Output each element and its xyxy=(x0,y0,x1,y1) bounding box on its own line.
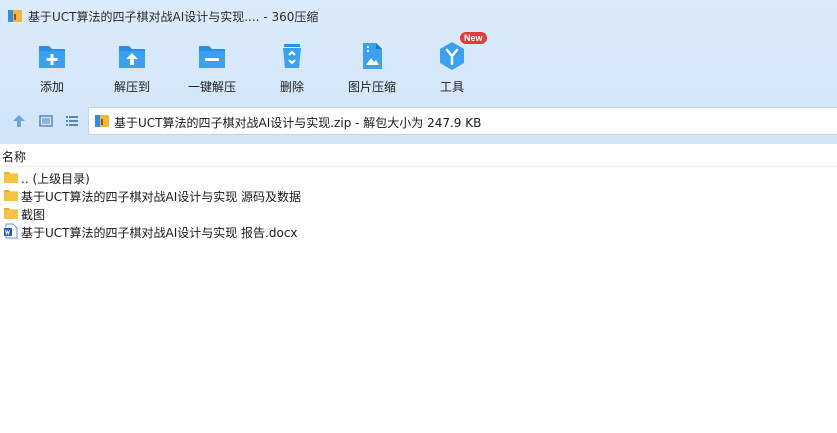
tools-label: 工具 xyxy=(439,80,464,94)
archive-path-text: 基于UCT算法的四子棋对战AI设计与实现.zip - 解包大小为 247.9 K… xyxy=(114,116,482,130)
word-doc-icon xyxy=(4,223,18,239)
add-icon xyxy=(39,46,65,68)
recycle-icon xyxy=(283,44,301,68)
title-bar: 基于UCT算法的四子棋对战AI设计与实现.... - 360压缩 xyxy=(0,0,837,32)
window-title: 基于UCT算法的四子棋对战AI设计与实现.... - 360压缩 xyxy=(28,10,319,24)
toolbar: 添加 解压到 一键解压 删除 图片压缩 New 工具 xyxy=(0,32,837,100)
one-click-extract-button[interactable]: 一键解压 xyxy=(172,36,252,98)
nav-row: 基于UCT算法的四子棋对战AI设计与实现.zip - 解包大小为 247.9 K… xyxy=(0,107,837,135)
extract-to-button[interactable]: 解压到 xyxy=(92,36,172,98)
file-name: 基于UCT算法的四子棋对战AI设计与实现 报告.docx xyxy=(21,226,298,240)
list-item-report-docx[interactable]: 基于UCT算法的四子棋对战AI设计与实现 报告.docx xyxy=(0,222,837,240)
folder-icon xyxy=(4,172,18,183)
list-item-source-folder[interactable]: 基于UCT算法的四子棋对战AI设计与实现 源码及数据 xyxy=(0,186,837,204)
one-click-extract-label: 一键解压 xyxy=(187,80,236,94)
list-item-screenshots-folder[interactable]: 截图 xyxy=(0,204,837,222)
file-list: .. (上级目录) 基于UCT算法的四子棋对战AI设计与实现 源码及数据 截图 … xyxy=(0,168,837,240)
add-label: 添加 xyxy=(39,80,64,94)
zip-file-icon xyxy=(95,115,109,127)
list-header: 名称 xyxy=(0,144,837,167)
thumbnail-view-icon[interactable] xyxy=(38,113,54,129)
extract-to-icon xyxy=(119,46,145,68)
column-header-name[interactable]: 名称 xyxy=(2,148,26,165)
app-logo-icon xyxy=(8,10,22,22)
file-name: .. (上级目录) xyxy=(21,172,90,186)
file-name: 截图 xyxy=(21,208,46,222)
list-item-parent-dir[interactable]: .. (上级目录) xyxy=(0,168,837,186)
list-view-icon[interactable] xyxy=(64,113,80,129)
folder-icon xyxy=(4,208,18,219)
extract-to-label: 解压到 xyxy=(113,80,150,94)
image-compress-button[interactable]: 图片压缩 xyxy=(332,36,412,98)
add-button[interactable]: 添加 xyxy=(12,36,92,98)
delete-button[interactable]: 删除 xyxy=(252,36,332,98)
image-compress-label: 图片压缩 xyxy=(347,80,396,94)
new-badge: New xyxy=(460,32,487,44)
folder-icon xyxy=(4,190,18,201)
tools-icon xyxy=(440,42,464,70)
file-name: 基于UCT算法的四子棋对战AI设计与实现 源码及数据 xyxy=(21,190,302,204)
tools-button[interactable]: New 工具 xyxy=(412,32,492,98)
delete-label: 删除 xyxy=(279,80,304,94)
one-click-extract-icon xyxy=(199,46,225,68)
image-compress-icon xyxy=(363,43,382,69)
up-arrow-icon[interactable] xyxy=(11,113,27,129)
path-bar[interactable]: 基于UCT算法的四子棋对战AI设计与实现.zip - 解包大小为 247.9 K… xyxy=(88,107,837,135)
